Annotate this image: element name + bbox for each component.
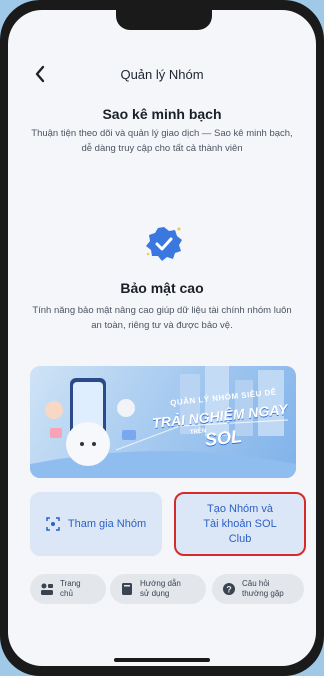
join-group-button[interactable]: Tham gia Nhóm xyxy=(30,492,162,556)
create-label-line2: Tài khoản SOL xyxy=(203,517,277,530)
question-icon: ? xyxy=(222,582,236,596)
svg-text:?: ? xyxy=(226,585,232,595)
statement-desc: Thuận tiện theo dõi và quản lý giao dịch… xyxy=(31,128,293,154)
page-title: Quản lý Nhóm xyxy=(120,66,204,82)
security-title: Bảo mật cao xyxy=(120,280,204,296)
home-link[interactable]: Trang chủ xyxy=(30,574,106,604)
create-label-line3: Club xyxy=(228,532,252,545)
home-icon xyxy=(40,582,54,596)
home-line2: chủ xyxy=(60,589,73,598)
security-desc: Tính năng bảo mật nâng cao giúp dữ liệu … xyxy=(32,305,292,331)
faq-link[interactable]: ? Câu hỏi thường gặp xyxy=(212,574,304,604)
scan-icon xyxy=(46,517,60,531)
create-group-button[interactable]: Tạo Nhóm và Tài khoản SOL Club xyxy=(174,492,306,556)
faq-link-text: Câu hỏi thường gặp xyxy=(242,579,284,599)
guide-line1: Hướng dẫn xyxy=(140,579,181,588)
statement-title: Sao kê minh bạch xyxy=(102,106,222,122)
phone-frame: Quản lý Nhóm Sao kê minh bạch Thuận tiện… xyxy=(0,0,324,676)
home-indicator xyxy=(114,658,210,662)
faq-line2: thường gặp xyxy=(242,589,284,598)
guide-line2: sử dụng xyxy=(140,589,170,598)
camera-notch xyxy=(116,10,212,30)
guide-link-text: Hướng dẫn sử dụng xyxy=(140,579,181,599)
faq-line1: Câu hỏi xyxy=(242,579,270,588)
security-badge-icon xyxy=(144,224,184,264)
guide-link[interactable]: Hướng dẫn sử dụng xyxy=(110,574,206,604)
back-arrow-icon[interactable] xyxy=(30,62,50,86)
top-bar: Quản lý Nhóm xyxy=(8,56,316,92)
home-line1: Trang xyxy=(60,579,81,588)
book-icon xyxy=(120,582,134,596)
promo-banner[interactable]: QUẢN LÝ NHÓM SIÊU DỄ TRẢI NGHIỆM NGAY TR… xyxy=(30,366,296,478)
app-screen: Quản lý Nhóm Sao kê minh bạch Thuận tiện… xyxy=(8,10,316,666)
create-label-line1: Tạo Nhóm và xyxy=(206,502,274,515)
banner-line4: SOL xyxy=(204,426,243,450)
join-group-label: Tham gia Nhóm xyxy=(67,517,147,530)
home-link-text: Trang chủ xyxy=(60,579,81,599)
